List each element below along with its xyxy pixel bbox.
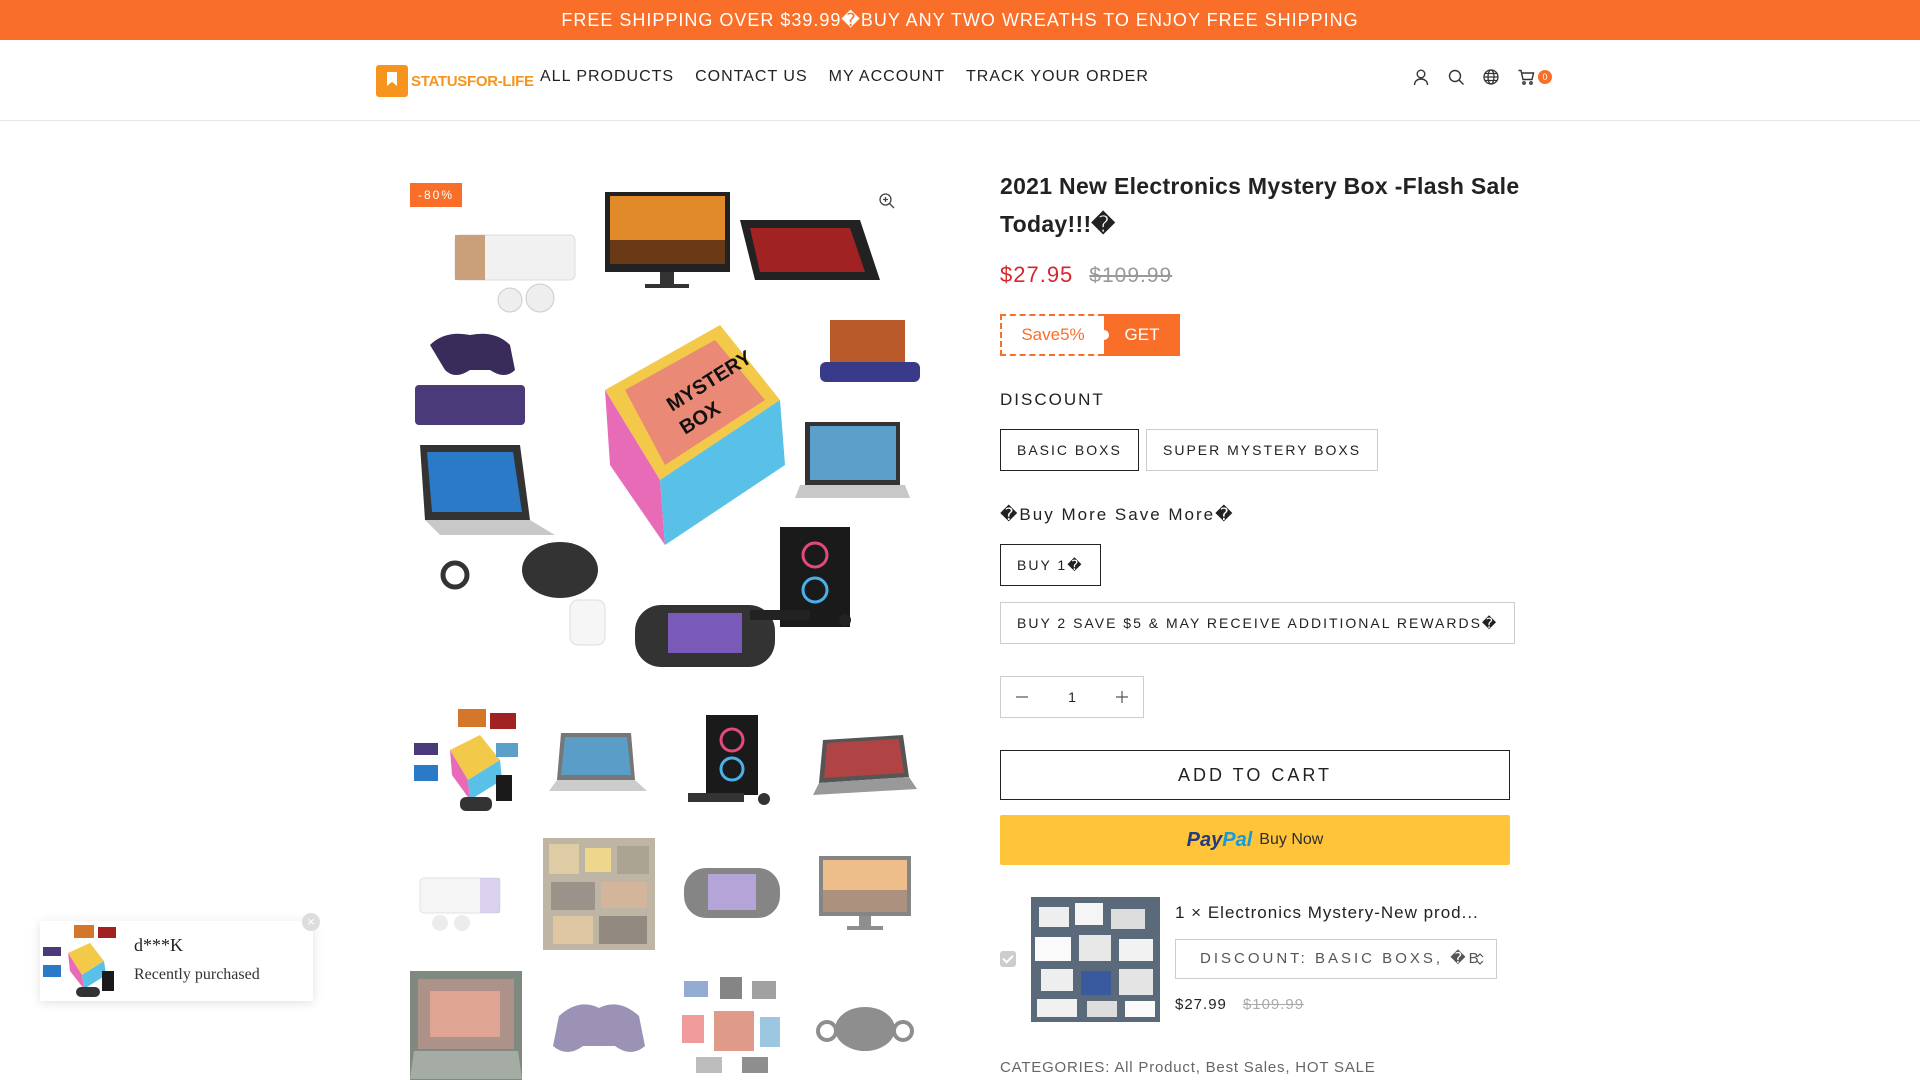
thumbnail[interactable] — [410, 838, 522, 950]
quantity-stepper: 1 — [1000, 676, 1144, 718]
thumbnail[interactable] — [809, 705, 921, 817]
thumbnail[interactable] — [543, 971, 655, 1080]
categories-label: CATEGORIES: — [1000, 1059, 1111, 1076]
quantity-decrease-button[interactable] — [1001, 677, 1043, 717]
upsell-variant-select[interactable]: DISCOUNT: BASIC BOXS, �B — [1175, 939, 1497, 979]
sale-badge: -80% — [410, 183, 463, 207]
nav-my-account[interactable]: MY ACCOUNT — [829, 68, 945, 86]
paypal-buy-now-button[interactable]: PayPal Buy Now — [1000, 815, 1510, 865]
zoom-icon[interactable] — [878, 192, 896, 210]
bookmark-logo-icon — [376, 65, 408, 97]
announcement-text: FREE SHIPPING OVER $39.99�BUY ANY TWO WR… — [561, 10, 1359, 30]
thumbnail[interactable] — [809, 971, 921, 1080]
thumbnail[interactable] — [676, 971, 788, 1080]
thumbnail[interactable] — [676, 838, 788, 950]
sale-price: $27.95 — [1000, 262, 1074, 287]
product-title: 2021 New Electronics Mystery Box -Flash … — [1000, 173, 1520, 237]
chevron-updown-icon — [1476, 953, 1484, 965]
product-categories: CATEGORIES: All Product, Best Sales, HOT… — [1000, 1059, 1376, 1076]
paypal-logo-a: Pay — [1186, 828, 1223, 851]
thumbnail[interactable] — [809, 838, 921, 950]
upsell-price-row: $27.99 $109.99 — [1175, 996, 1304, 1013]
popup-customer-name: d***K — [134, 935, 183, 955]
categories-links[interactable]: All Product, Best Sales, HOT SALE — [1114, 1059, 1375, 1076]
thumbnail[interactable] — [410, 705, 522, 817]
cart-count-badge: 0 — [1538, 70, 1552, 84]
upsell-compare-price: $109.99 — [1242, 996, 1305, 1013]
upsell-checkbox[interactable] — [1000, 951, 1016, 967]
option-basic-boxs[interactable]: BASIC BOXS — [1000, 429, 1139, 471]
option-super-mystery-boxs[interactable]: SUPER MYSTERY BOXS — [1146, 429, 1379, 471]
thumbnail[interactable] — [410, 971, 522, 1080]
quantity-input[interactable]: 1 — [1043, 689, 1101, 705]
thumbnail-grid — [410, 705, 921, 1080]
quantity-increase-button[interactable] — [1101, 677, 1143, 717]
logo-text: STATUSFOR-LIFE — [411, 72, 534, 90]
thumbnail[interactable] — [543, 838, 655, 950]
main-nav: ALL PRODUCTS CONTACT US MY ACCOUNT TRACK… — [540, 68, 1149, 86]
header-icons: 0 — [1412, 68, 1552, 86]
discount-option-label: DISCOUNT — [1000, 390, 1105, 409]
upsell-variant-value: DISCOUNT: BASIC BOXS, �B — [1200, 950, 1482, 967]
popup-message: Recently purchased — [134, 966, 260, 983]
upsell-product-name[interactable]: 1 × Electronics Mystery-New prod... — [1175, 903, 1505, 923]
minus-icon — [1016, 696, 1028, 698]
site-header: STATUSFOR-LIFE ALL PRODUCTS CONTACT US M… — [0, 40, 1920, 121]
site-logo[interactable]: STATUSFOR-LIFE — [376, 64, 534, 98]
nav-contact-us[interactable]: CONTACT US — [695, 68, 808, 86]
nav-all-products[interactable]: ALL PRODUCTS — [540, 68, 674, 86]
cart-icon — [1518, 69, 1535, 85]
thumbnail[interactable] — [543, 705, 655, 817]
option-buy-2[interactable]: BUY 2 SAVE $5 & MAY RECEIVE ADDITIONAL R… — [1000, 602, 1516, 644]
user-icon[interactable] — [1412, 68, 1430, 86]
globe-icon[interactable] — [1482, 68, 1500, 86]
upsell-product-image[interactable] — [1031, 897, 1160, 1022]
plus-icon — [1116, 691, 1128, 703]
main-product-image[interactable]: MYSTERY BOX — [410, 180, 920, 680]
announcement-bar: FREE SHIPPING OVER $39.99�BUY ANY TWO WR… — [0, 0, 1920, 40]
nav-track-order[interactable]: TRACK YOUR ORDER — [966, 68, 1149, 86]
coupon-widget[interactable]: Save5% GET — [1000, 314, 1180, 356]
recent-purchase-popup[interactable]: d***K Recently purchased — [40, 921, 313, 1001]
option-buy-1[interactable]: BUY 1� — [1000, 544, 1101, 586]
thumbnail[interactable] — [676, 705, 788, 817]
paypal-logo-b: Pal — [1222, 828, 1253, 851]
close-icon[interactable]: × — [302, 913, 320, 931]
add-to-cart-button[interactable]: ADD TO CART — [1000, 750, 1510, 800]
price-row: $27.95 $109.99 — [1000, 262, 1172, 288]
search-icon[interactable] — [1447, 68, 1465, 86]
cart-button[interactable]: 0 — [1517, 68, 1552, 86]
compare-price: $109.99 — [1089, 264, 1173, 287]
paypal-button-text: Buy Now — [1259, 831, 1324, 848]
coupon-get-button[interactable]: GET — [1099, 314, 1180, 356]
paypal-logo: PayPal — [1187, 829, 1253, 852]
popup-product-image — [40, 921, 120, 1001]
upsell-price: $27.99 — [1175, 996, 1227, 1013]
coupon-label: Save5% — [1000, 314, 1104, 356]
bundle-option-label: �Buy More Save More� — [1000, 505, 1235, 524]
